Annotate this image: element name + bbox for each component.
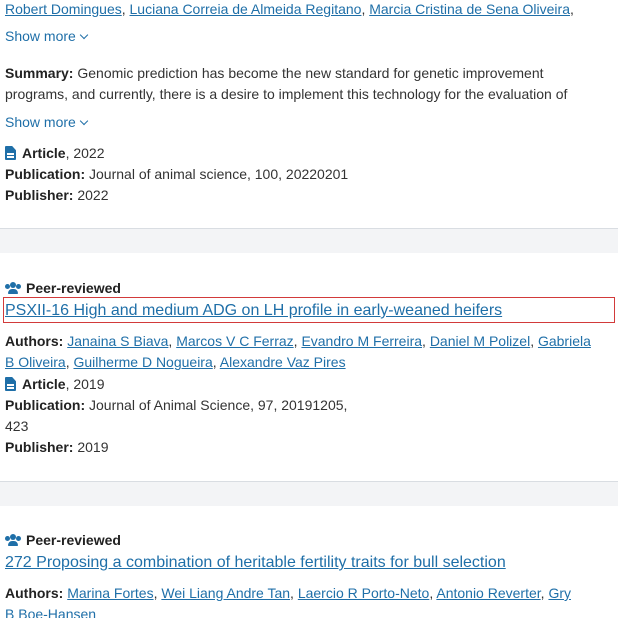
author-link[interactable]: Guilherme D Nogueira (73, 354, 212, 370)
show-more-summary-button[interactable]: Show more (5, 112, 89, 132)
authors-line-2: B Boe-Hansen (5, 604, 96, 618)
peer-reviewed-label: Peer-reviewed (26, 532, 121, 548)
author-link[interactable]: Daniel M Polizel (430, 333, 530, 349)
show-more-label: Show more (5, 28, 76, 44)
publication-value: Journal of animal science, 100, 20220201 (89, 166, 349, 182)
result-title: PSXII-16 High and medium ADG on LH profi… (5, 300, 502, 321)
summary-text: Genomic prediction has become the new st… (77, 65, 544, 81)
author-link[interactable]: Marcia Cristina de Sena Oliveira (369, 1, 570, 17)
result-card-3: Peer-reviewed 272 Proposing a combinatio… (0, 506, 618, 618)
peer-reviewed-badge: Peer-reviewed (5, 530, 121, 550)
chevron-down-icon (79, 116, 89, 126)
peer-reviewed-icon (5, 282, 21, 294)
card-separator (0, 481, 618, 506)
show-more-authors-button[interactable]: Show more (5, 26, 89, 46)
document-icon (5, 377, 16, 391)
author-link[interactable]: Robert Domingues (5, 1, 122, 17)
author-link[interactable]: Luciana Correia de Almeida Regitano (130, 1, 362, 17)
type-year: , 2022 (65, 145, 105, 161)
publisher-value: 2019 (77, 439, 109, 455)
peer-reviewed-icon (5, 534, 21, 546)
author-link[interactable]: Wei Liang Andre Tan (161, 585, 290, 601)
author-link[interactable]: Janaina S Biava (67, 333, 168, 349)
authors-label: Authors: (5, 333, 64, 349)
authors-line: Authors: Janaina S Biava, Marcos V C Fer… (5, 333, 591, 349)
peer-reviewed-label: Peer-reviewed (26, 280, 121, 296)
card-separator (0, 228, 618, 253)
publication-label: Publication: (5, 166, 86, 182)
author-link[interactable]: Evandro M Ferreira (301, 333, 422, 349)
author-link[interactable]: B Boe-Hansen (5, 606, 96, 618)
publisher-label: Publisher: (5, 439, 74, 455)
type-label: Article (22, 145, 66, 161)
summary-label: Summary: (5, 65, 74, 81)
result-title-link[interactable]: PSXII-16 High and medium ADG on LH profi… (5, 302, 502, 319)
author-link[interactable]: B Oliveira (5, 354, 66, 370)
publisher-value: 2022 (77, 187, 109, 203)
summary-text: programs, and currently, there is a desi… (5, 86, 568, 102)
authors-label: Authors: (5, 585, 64, 601)
publication-line-2: 423 (5, 416, 28, 436)
summary-line-2: programs, and currently, there is a desi… (5, 84, 567, 104)
author-link[interactable]: Alexandre Vaz Pires (220, 354, 346, 370)
publication-label: Publication: (5, 397, 86, 413)
publisher-line: Publisher: 2019 (5, 437, 109, 457)
peer-reviewed-badge: Peer-reviewed (5, 278, 121, 298)
authors-line: Authors: Marina Fortes, Wei Liang Andre … (5, 585, 571, 601)
summary-line-1: Summary: Genomic prediction has become t… (5, 63, 544, 83)
type-label: Article (22, 376, 66, 392)
result-title: 272 Proposing a combination of heritable… (5, 552, 506, 573)
author-link[interactable]: Marina Fortes (67, 585, 153, 601)
result-title-link[interactable]: 272 Proposing a combination of heritable… (5, 554, 506, 571)
publication-line: Publication: Journal of animal science, … (5, 164, 348, 184)
author-link[interactable]: Gry (548, 585, 571, 601)
type-year: , 2019 (65, 376, 105, 392)
type-line: Article, 2022 (5, 143, 105, 163)
result-card-1: Robert Domingues, Luciana Correia de Alm… (0, 0, 618, 228)
publisher-line: Publisher: 2022 (5, 185, 109, 205)
author-link[interactable]: Antonio Reverter (436, 585, 540, 601)
result-card-2: Peer-reviewed PSXII-16 High and medium A… (0, 253, 618, 481)
document-icon (5, 146, 16, 160)
author-link[interactable]: Marcos V C Ferraz (176, 333, 293, 349)
author-link[interactable]: Gabriela (538, 333, 591, 349)
chevron-down-icon (79, 30, 89, 40)
authors-line-2: B Oliveira, Guilherme D Nogueira, Alexan… (5, 354, 346, 370)
author-link[interactable]: Laercio R Porto-Neto (298, 585, 430, 601)
publication-value: Journal of Animal Science, 97, 20191205, (89, 397, 348, 413)
type-line: Article, 2019 (5, 374, 105, 394)
publication-line: Publication: Journal of Animal Science, … (5, 395, 347, 415)
publication-value-cont: 423 (5, 418, 29, 434)
show-more-label: Show more (5, 114, 76, 130)
authors-line: Robert Domingues, Luciana Correia de Alm… (5, 1, 574, 17)
publisher-label: Publisher: (5, 187, 74, 203)
